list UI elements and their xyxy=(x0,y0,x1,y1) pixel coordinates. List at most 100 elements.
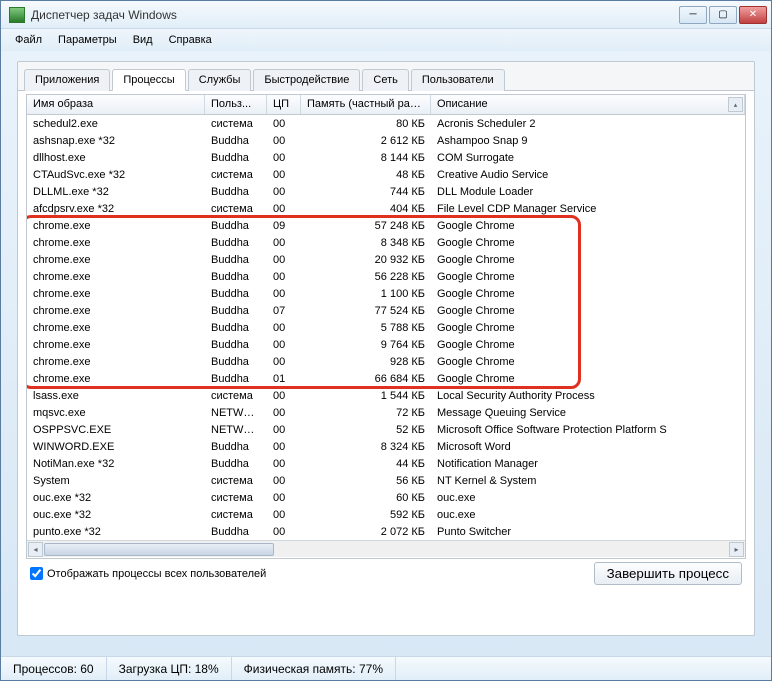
table-row[interactable]: schedul2.exeсистема0080 КБAcronis Schedu… xyxy=(27,115,745,132)
table-row[interactable]: chrome.exeBuddha0957 248 КБGoogle Chrome xyxy=(27,217,745,234)
cell-desc: Google Chrome xyxy=(431,253,745,267)
cell-desc: Google Chrome xyxy=(431,236,745,250)
table-row[interactable]: ashsnap.exe *32Buddha002 612 КБAshampoo … xyxy=(27,132,745,149)
table-row[interactable]: NotiMan.exe *32Buddha0044 КБNotification… xyxy=(27,455,745,472)
cell-name: schedul2.exe xyxy=(27,117,205,131)
table-row[interactable]: lsass.exeсистема001 544 КБLocal Security… xyxy=(27,387,745,404)
menu-file[interactable]: Файл xyxy=(7,31,50,49)
cell-name: chrome.exe xyxy=(27,287,205,301)
cell-desc: Microsoft Office Software Protection Pla… xyxy=(431,423,745,437)
col-image-name[interactable]: Имя образа xyxy=(27,95,205,114)
close-button[interactable]: ✕ xyxy=(739,6,767,24)
cell-user: Buddha xyxy=(205,270,267,284)
table-row[interactable]: chrome.exeBuddha0020 932 КБGoogle Chrome xyxy=(27,251,745,268)
col-description[interactable]: Описание xyxy=(431,95,745,114)
status-cpu: Загрузка ЦП: 18% xyxy=(107,657,232,680)
horizontal-scrollbar[interactable]: ◂ ▸ xyxy=(27,540,745,557)
cell-cpu: 07 xyxy=(267,304,301,318)
cell-name: chrome.exe xyxy=(27,253,205,267)
cell-user: система xyxy=(205,474,267,488)
col-memory[interactable]: Память (частный рабо... xyxy=(301,95,431,114)
titlebar[interactable]: Диспетчер задач Windows ─ ▢ ✕ xyxy=(1,1,771,29)
col-user[interactable]: Польз... xyxy=(205,95,267,114)
tab-5[interactable]: Пользователи xyxy=(411,69,505,91)
menu-help[interactable]: Справка xyxy=(161,31,220,49)
cell-user: Buddha xyxy=(205,321,267,335)
table-row[interactable]: dllhost.exeBuddha008 144 КБCOM Surrogate xyxy=(27,149,745,166)
scroll-thumb[interactable] xyxy=(44,543,274,556)
cell-desc: Google Chrome xyxy=(431,270,745,284)
window-title: Диспетчер задач Windows xyxy=(31,8,679,22)
tab-3[interactable]: Быстродействие xyxy=(253,69,360,91)
cell-cpu: 00 xyxy=(267,406,301,420)
show-all-users-checkbox[interactable]: Отображать процессы всех пользователей xyxy=(30,567,266,580)
cell-name: chrome.exe xyxy=(27,355,205,369)
cell-desc: Google Chrome xyxy=(431,321,745,335)
table-row[interactable]: chrome.exeBuddha001 100 КБGoogle Chrome xyxy=(27,285,745,302)
table-row[interactable]: mqsvc.exeNETWO...0072 КБMessage Queuing … xyxy=(27,404,745,421)
tab-4[interactable]: Сеть xyxy=(362,69,408,91)
cell-cpu: 00 xyxy=(267,525,301,539)
col-cpu[interactable]: ЦП xyxy=(267,95,301,114)
cell-desc: ouc.exe xyxy=(431,491,745,505)
cell-name: punto.exe *32 xyxy=(27,525,205,539)
cell-name: chrome.exe xyxy=(27,321,205,335)
cell-mem: 2 612 КБ xyxy=(301,134,431,148)
table-row[interactable]: ouc.exe *32система00592 КБouc.exe xyxy=(27,506,745,523)
minimize-button[interactable]: ─ xyxy=(679,6,707,24)
cell-user: Buddha xyxy=(205,525,267,539)
end-process-button[interactable]: Завершить процесс xyxy=(594,562,742,585)
table-row[interactable]: chrome.exeBuddha0056 228 КБGoogle Chrome xyxy=(27,268,745,285)
table-row[interactable]: Systemсистема0056 КБNT Kernel & System xyxy=(27,472,745,489)
cell-name: chrome.exe xyxy=(27,219,205,233)
cell-cpu: 00 xyxy=(267,236,301,250)
cell-name: DLLML.exe *32 xyxy=(27,185,205,199)
tab-footer: Отображать процессы всех пользователей З… xyxy=(26,562,746,585)
table-row[interactable]: OSPPSVC.EXENETWO...0052 КБMicrosoft Offi… xyxy=(27,421,745,438)
grid-rows[interactable]: schedul2.exeсистема0080 КБAcronis Schedu… xyxy=(27,115,745,540)
cell-mem: 56 228 КБ xyxy=(301,270,431,284)
table-row[interactable]: chrome.exeBuddha009 764 КБGoogle Chrome xyxy=(27,336,745,353)
cell-desc: Google Chrome xyxy=(431,355,745,369)
cell-user: Buddha xyxy=(205,219,267,233)
table-row[interactable]: CTAudSvc.exe *32система0048 КБCreative A… xyxy=(27,166,745,183)
cell-user: Buddha xyxy=(205,355,267,369)
table-row[interactable]: punto.exe *32Buddha002 072 КБPunto Switc… xyxy=(27,523,745,540)
cell-desc: NT Kernel & System xyxy=(431,474,745,488)
scroll-up-icon[interactable]: ▴ xyxy=(728,97,743,112)
cell-desc: Local Security Authority Process xyxy=(431,389,745,403)
table-row[interactable]: ouc.exe *32система0060 КБouc.exe xyxy=(27,489,745,506)
cell-desc: Google Chrome xyxy=(431,372,745,386)
cell-mem: 8 324 КБ xyxy=(301,440,431,454)
menu-view[interactable]: Вид xyxy=(125,31,161,49)
cell-cpu: 00 xyxy=(267,389,301,403)
tab-0[interactable]: Приложения xyxy=(24,69,110,91)
cell-cpu: 09 xyxy=(267,219,301,233)
cell-cpu: 01 xyxy=(267,372,301,386)
cell-mem: 8 348 КБ xyxy=(301,236,431,250)
cell-name: chrome.exe xyxy=(27,236,205,250)
table-row[interactable]: WINWORD.EXEBuddha008 324 КБMicrosoft Wor… xyxy=(27,438,745,455)
menu-options[interactable]: Параметры xyxy=(50,31,125,49)
tab-2[interactable]: Службы xyxy=(188,69,252,91)
cell-desc: Punto Switcher xyxy=(431,525,745,539)
tab-strip: ПриложенияПроцессыСлужбыБыстродействиеСе… xyxy=(18,62,754,91)
table-row[interactable]: chrome.exeBuddha008 348 КБGoogle Chrome xyxy=(27,234,745,251)
table-row[interactable]: DLLML.exe *32Buddha00744 КБDLL Module Lo… xyxy=(27,183,745,200)
tab-1[interactable]: Процессы xyxy=(112,69,185,91)
cell-mem: 5 788 КБ xyxy=(301,321,431,335)
show-all-users-input[interactable] xyxy=(30,567,43,580)
table-row[interactable]: chrome.exeBuddha0777 524 КБGoogle Chrome xyxy=(27,302,745,319)
cell-user: Buddha xyxy=(205,304,267,318)
cell-user: система xyxy=(205,389,267,403)
table-row[interactable]: chrome.exeBuddha00928 КБGoogle Chrome xyxy=(27,353,745,370)
table-row[interactable]: chrome.exeBuddha0166 684 КБGoogle Chrome xyxy=(27,370,745,387)
table-row[interactable]: chrome.exeBuddha005 788 КБGoogle Chrome xyxy=(27,319,745,336)
cell-user: NETWO... xyxy=(205,406,267,420)
cell-desc: Google Chrome xyxy=(431,219,745,233)
table-row[interactable]: afcdpsrv.exe *32система00404 КБFile Leve… xyxy=(27,200,745,217)
scroll-left-icon[interactable]: ◂ xyxy=(28,542,43,557)
cell-cpu: 00 xyxy=(267,185,301,199)
maximize-button[interactable]: ▢ xyxy=(709,6,737,24)
scroll-right-icon[interactable]: ▸ xyxy=(729,542,744,557)
